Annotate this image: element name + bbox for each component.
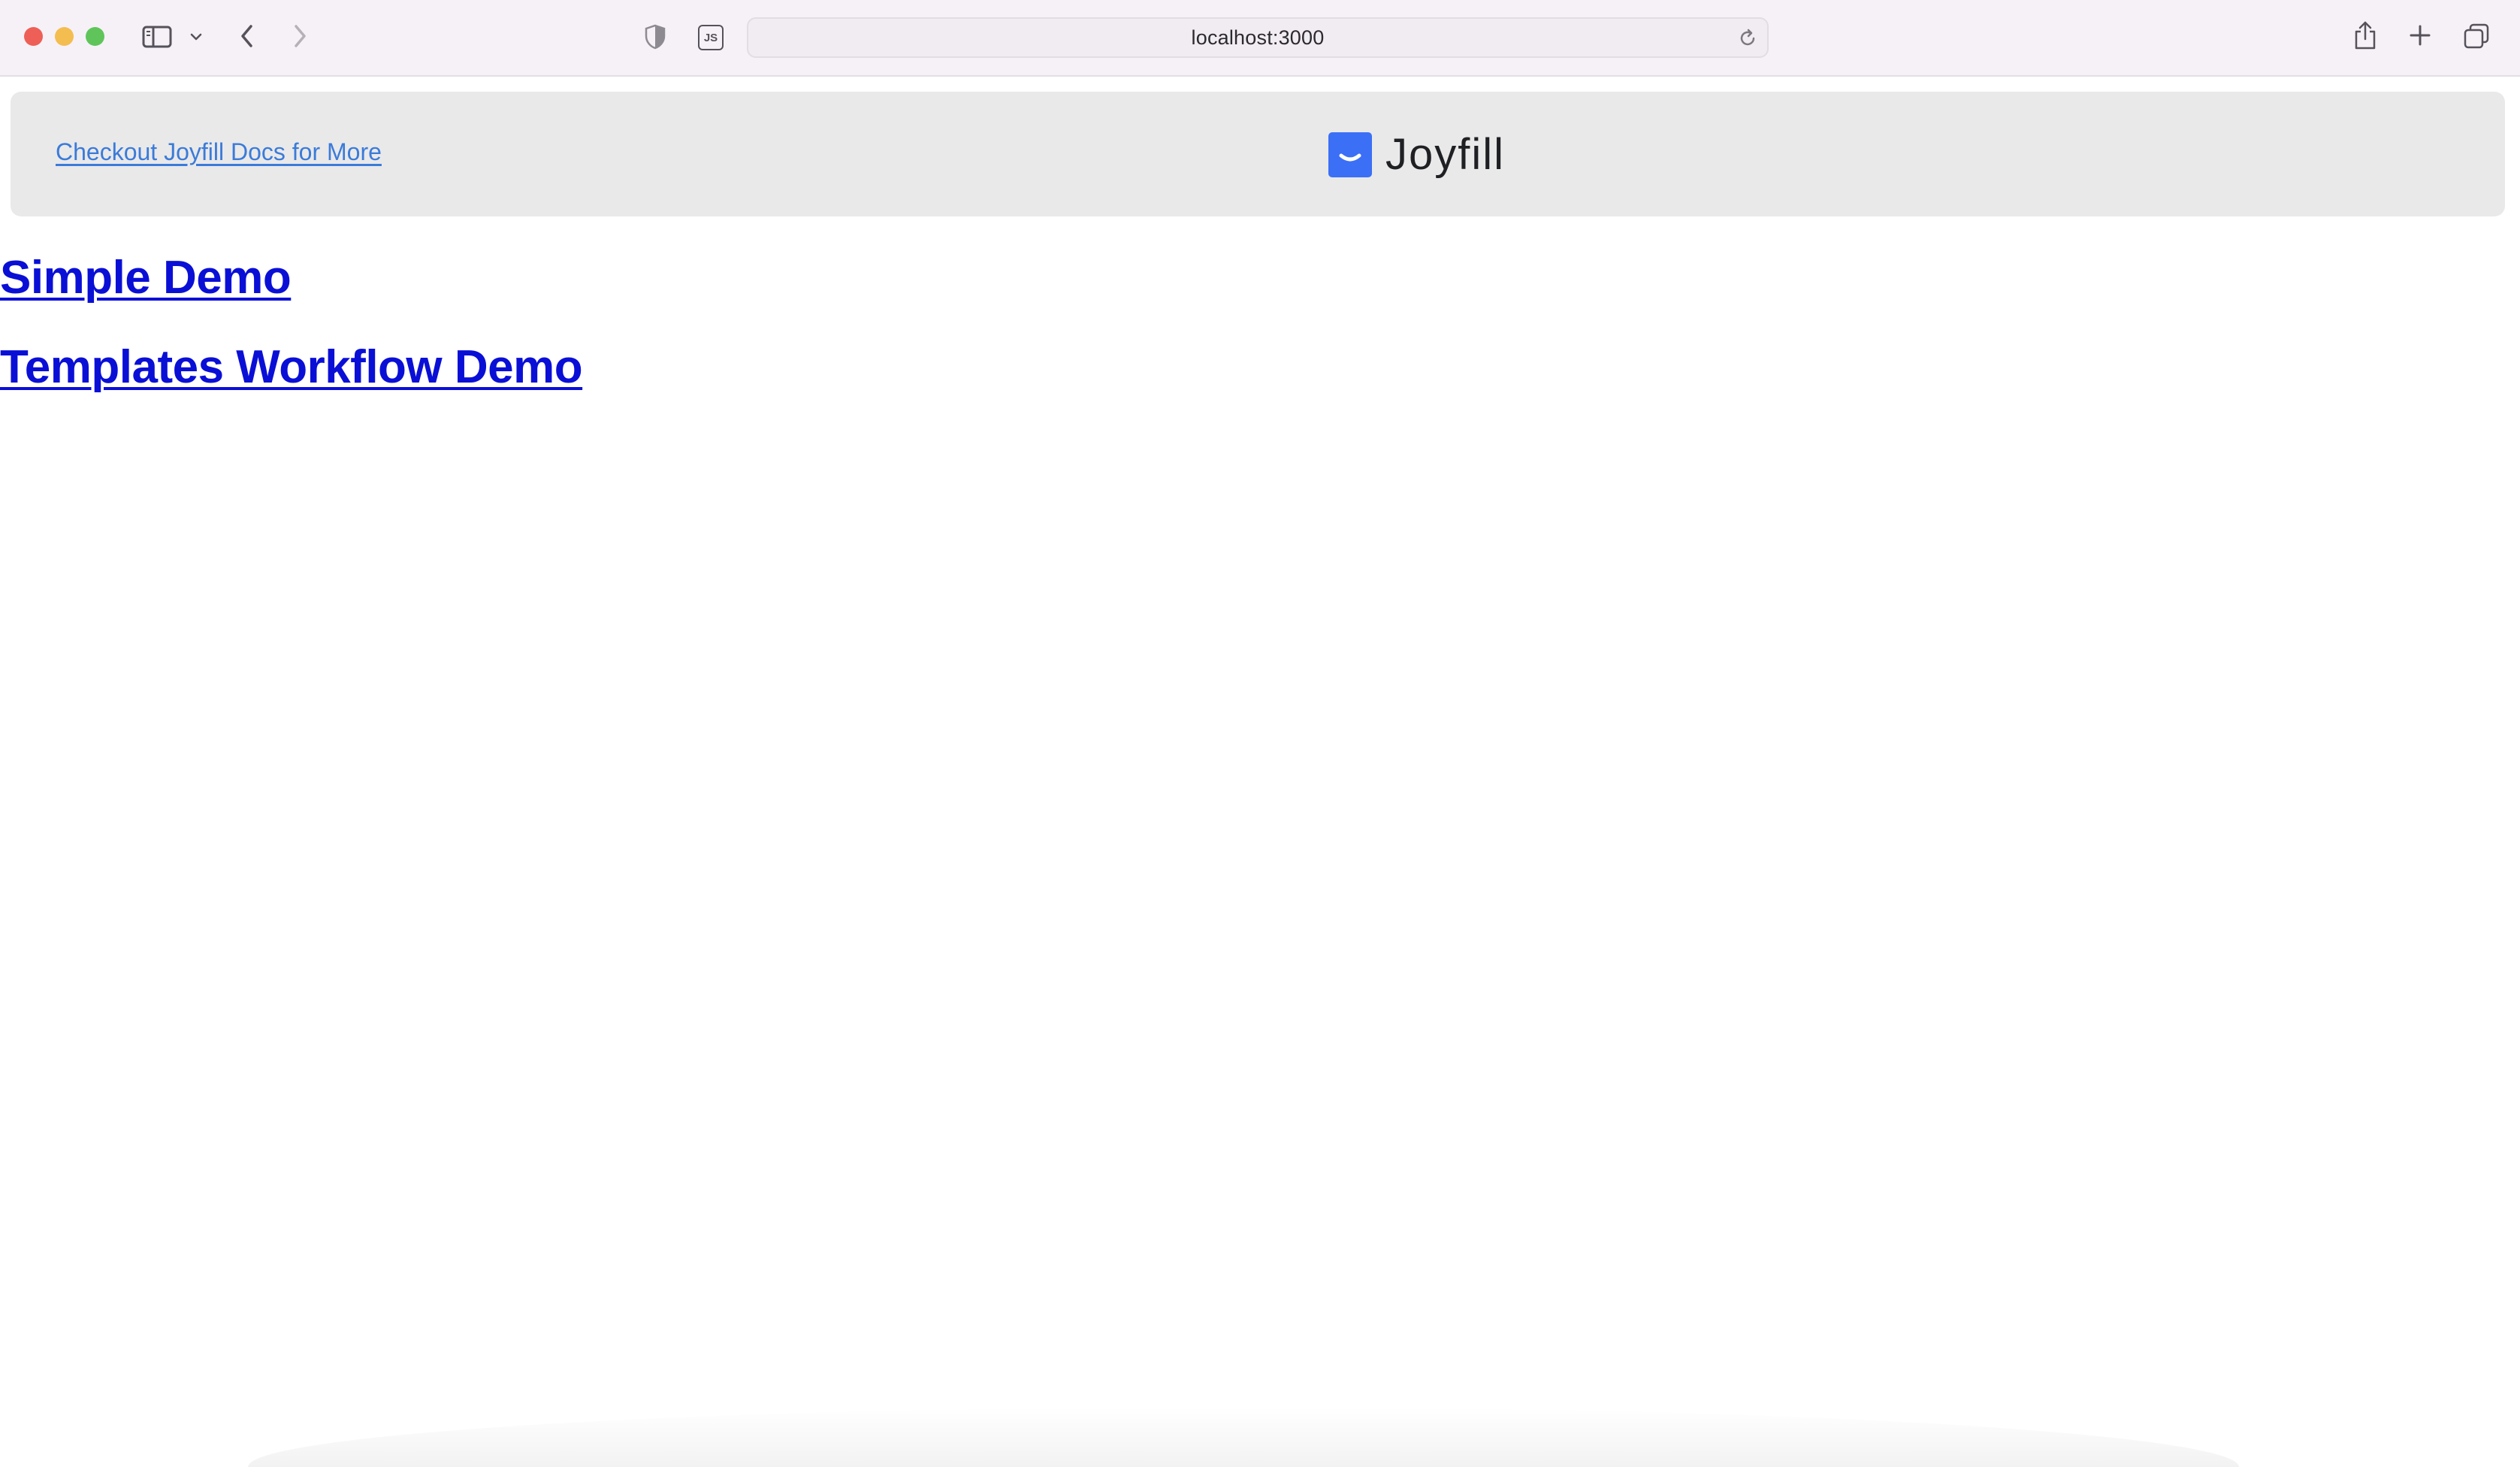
browser-toolbar: JS localhost:3000 xyxy=(0,0,2520,77)
chevron-down-icon[interactable] xyxy=(186,27,206,47)
window-maximize-button[interactable] xyxy=(86,27,104,46)
window-minimize-button[interactable] xyxy=(55,27,74,46)
address-bar[interactable]: localhost:3000 xyxy=(747,17,1769,58)
simple-demo-link[interactable]: Simple Demo xyxy=(0,251,292,305)
tab-overview-icon[interactable] xyxy=(2461,21,2491,51)
reload-icon[interactable] xyxy=(1737,28,1760,50)
js-extension-label: JS xyxy=(698,25,724,50)
browser-window: JS localhost:3000 Checkout Joyfill Docs … xyxy=(0,0,2520,1467)
shield-icon[interactable] xyxy=(642,23,669,51)
site-header: Checkout Joyfill Docs for More Joyfill xyxy=(11,92,2505,216)
window-close-button[interactable] xyxy=(24,27,43,46)
js-extension-icon[interactable]: JS xyxy=(696,23,726,53)
page-content: Checkout Joyfill Docs for More Joyfill S… xyxy=(0,77,2520,1467)
address-url: localhost:3000 xyxy=(1191,26,1325,49)
joyfill-logo-icon xyxy=(1328,132,1372,177)
forward-button[interactable] xyxy=(287,21,313,51)
share-icon[interactable] xyxy=(2350,18,2380,53)
templates-workflow-demo-link[interactable]: Templates Workflow Demo xyxy=(0,340,583,395)
brand[interactable]: Joyfill xyxy=(1328,132,1505,177)
sidebar-toggle-icon[interactable] xyxy=(140,23,174,51)
brand-name: Joyfill xyxy=(1385,130,1506,179)
window-bottom-shadow xyxy=(248,1407,2239,1467)
plus-icon[interactable] xyxy=(2406,21,2434,50)
docs-link[interactable]: Checkout Joyfill Docs for More xyxy=(56,138,382,166)
chevron-left-icon xyxy=(241,25,252,47)
chevron-right-icon xyxy=(295,25,306,47)
back-button[interactable] xyxy=(234,21,260,51)
